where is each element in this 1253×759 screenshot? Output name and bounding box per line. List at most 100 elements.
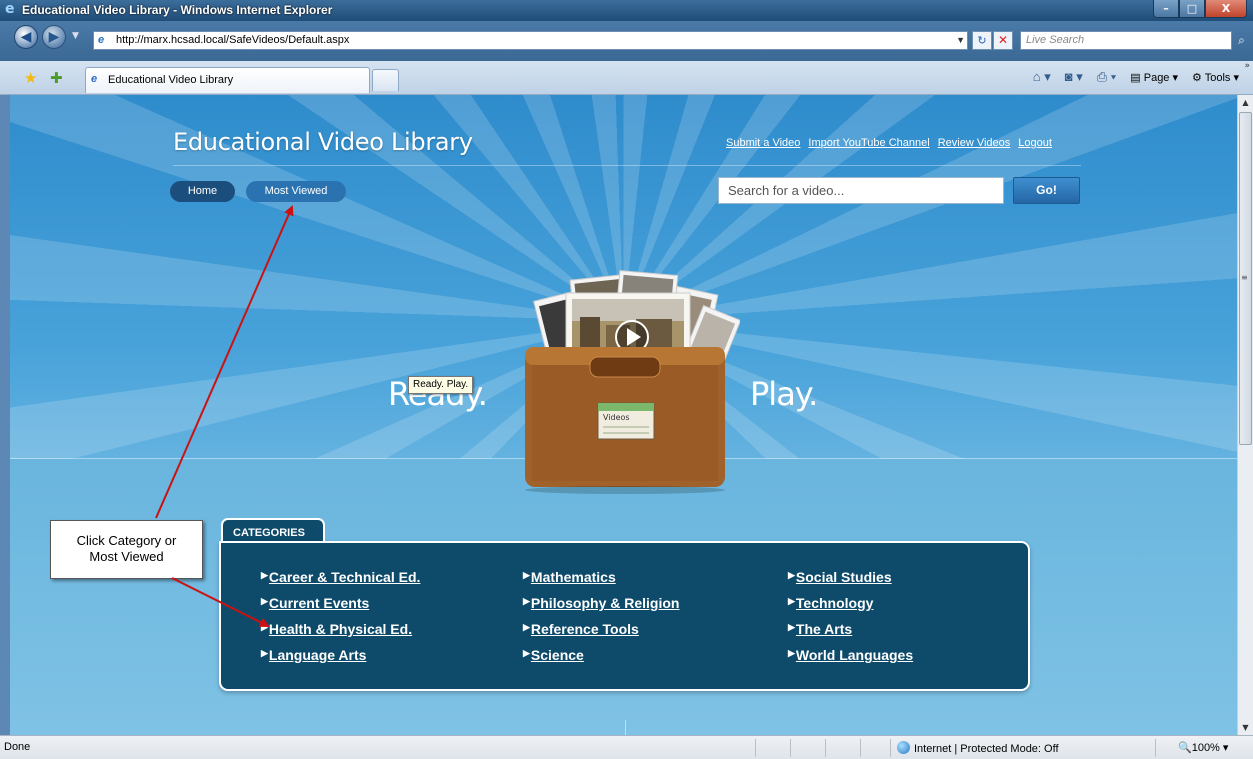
hero-tooltip: Ready. Play. [408, 376, 474, 394]
globe-icon [897, 741, 910, 754]
browser-window: e Educational Video Library - Windows In… [0, 0, 1253, 759]
category-link-career-technical[interactable]: ▶Career & Technical Ed. [261, 569, 420, 595]
hero-play-text: Play. [750, 375, 818, 413]
page-menu-label: Page [1143, 71, 1170, 84]
submit-video-link[interactable]: Submit a Video [726, 137, 800, 149]
category-link-the-arts[interactable]: ▶The Arts [788, 621, 913, 647]
category-link-reference-tools[interactable]: ▶Reference Tools [523, 621, 679, 647]
categories-panel: ▶Career & Technical Ed. ▶Current Events … [219, 541, 1030, 691]
scroll-grip-icon: ≡ [1241, 273, 1248, 282]
tab-title: Educational Video Library [108, 74, 234, 86]
status-separator [825, 739, 826, 757]
home-nav-button[interactable]: Home [170, 181, 235, 202]
category-link-science[interactable]: ▶Science [523, 647, 679, 673]
bullet-arrow-icon: ▶ [261, 648, 268, 658]
maximize-button[interactable]: □ [1179, 0, 1205, 18]
page-menu[interactable]: ▤ Page ▾ [1130, 71, 1178, 84]
refresh-button[interactable]: ↻ [972, 31, 992, 50]
category-column-1: ▶Career & Technical Ed. ▶Current Events … [261, 569, 420, 673]
print-icon[interactable]: ⎙ ▾ [1097, 69, 1116, 85]
window-controls: – □ X [1153, 0, 1247, 18]
vertical-scrollbar[interactable]: ▲ ≡ ▼ [1237, 95, 1253, 735]
search-icon[interactable]: ⌕ [1232, 31, 1251, 50]
category-label: Career & Technical Ed. [268, 569, 421, 585]
bullet-arrow-icon: ▶ [523, 648, 530, 658]
status-separator [790, 739, 791, 757]
command-bar: ⌂ ▾ ◙ ▾ ⎙ ▾ ▤ Page ▾ ⚙ Tools ▾ [1033, 69, 1239, 85]
import-youtube-link[interactable]: Import YouTube Channel [808, 137, 929, 149]
add-favorite-icon[interactable]: ✚ [50, 69, 63, 87]
bullet-arrow-icon: ▶ [261, 622, 268, 632]
new-tab-button[interactable] [372, 69, 399, 91]
video-search-input[interactable]: Search for a video... [718, 177, 1004, 204]
status-separator [860, 739, 861, 757]
logout-link[interactable]: Logout [1018, 137, 1052, 149]
category-label: Current Events [268, 595, 370, 611]
bullet-arrow-icon: ▶ [788, 570, 795, 580]
category-link-language-arts[interactable]: ▶Language Arts [261, 647, 420, 673]
status-separator [1155, 739, 1156, 757]
zone-text: Internet | Protected Mode: Off [914, 743, 1059, 755]
security-zone[interactable]: Internet | Protected Mode: Off [897, 741, 1059, 755]
bullet-arrow-icon: ▶ [261, 596, 268, 606]
category-label: Science [530, 647, 584, 663]
window-title: Educational Video Library - Windows Inte… [22, 3, 333, 17]
minimize-button[interactable]: – [1153, 0, 1179, 18]
close-button[interactable]: X [1205, 0, 1247, 18]
category-label: Health & Physical Ed. [268, 621, 413, 637]
callout-line-2: Most Viewed [89, 549, 164, 564]
category-link-social-studies[interactable]: ▶Social Studies [788, 569, 913, 595]
status-separator [890, 739, 891, 757]
tools-menu[interactable]: ⚙ Tools ▾ [1192, 71, 1239, 84]
stop-button[interactable]: ✕ [993, 31, 1013, 50]
feeds-icon[interactable]: ◙ ▾ [1065, 69, 1083, 85]
zoom-control[interactable]: 🔍100% ▾ [1178, 741, 1228, 754]
status-text: Done [4, 741, 31, 753]
title-bar: e Educational Video Library - Windows In… [0, 0, 1253, 21]
zoom-level: 100% [1191, 742, 1220, 754]
category-label: Mathematics [530, 569, 616, 585]
address-toolbar: ◀ ▶ ▼ e http://marx.hcsad.local/SafeVide… [0, 21, 1253, 61]
top-links: Submit a Video Import YouTube Channel Re… [726, 137, 1052, 149]
category-link-current-events[interactable]: ▶Current Events [261, 595, 420, 621]
tab-row: ★ ✚ e Educational Video Library ⌂ ▾ ◙ ▾ … [0, 61, 1253, 95]
home-icon[interactable]: ⌂ ▾ [1033, 69, 1051, 85]
most-viewed-nav-button[interactable]: Most Viewed [246, 181, 346, 202]
history-dropdown-icon[interactable]: ▼ [72, 31, 79, 41]
bullet-arrow-icon: ▶ [788, 622, 795, 632]
live-search-input[interactable]: Live Search [1020, 31, 1232, 50]
bullet-arrow-icon: ▶ [788, 596, 795, 606]
favorites-star-icon[interactable]: ★ [24, 69, 37, 87]
scroll-up-icon[interactable]: ▲ [1238, 95, 1253, 110]
category-link-mathematics[interactable]: ▶Mathematics [523, 569, 679, 595]
toolbar-overflow-icon[interactable]: » [1244, 61, 1250, 71]
bullet-arrow-icon: ▶ [261, 570, 268, 580]
bullet-arrow-icon: ▶ [788, 648, 795, 658]
address-dropdown-icon[interactable]: ▼ [956, 32, 965, 49]
category-column-2: ▶Mathematics ▶Philosophy & Religion ▶Ref… [523, 569, 679, 673]
scroll-down-icon[interactable]: ▼ [1238, 720, 1253, 735]
category-link-world-languages[interactable]: ▶World Languages [788, 647, 913, 673]
back-button[interactable]: ◀ [14, 25, 38, 49]
bullet-arrow-icon: ▶ [523, 570, 530, 580]
category-link-technology[interactable]: ▶Technology [788, 595, 913, 621]
status-bar: Done Internet | Protected Mode: Off 🔍100… [0, 735, 1253, 759]
category-label: Reference Tools [530, 621, 639, 637]
category-link-health-physical[interactable]: ▶Health & Physical Ed. [261, 621, 420, 647]
category-column-3: ▶Social Studies ▶Technology ▶The Arts ▶W… [788, 569, 913, 673]
page-icon: e [98, 34, 105, 46]
annotation-callout: Click Category or Most Viewed [50, 520, 203, 579]
go-button[interactable]: Go! [1013, 177, 1080, 204]
tab-educational-video-library[interactable]: e Educational Video Library [85, 67, 370, 93]
review-videos-link[interactable]: Review Videos [938, 137, 1011, 149]
category-label: Technology [795, 595, 874, 611]
category-link-philosophy-religion[interactable]: ▶Philosophy & Religion [523, 595, 679, 621]
page-viewport: Educational Video Library Submit a Video… [10, 95, 1237, 735]
category-label: Social Studies [795, 569, 892, 585]
ie-logo-icon: e [5, 1, 15, 17]
forward-button[interactable]: ▶ [42, 25, 66, 49]
category-label: World Languages [795, 647, 914, 663]
address-field[interactable]: e http://marx.hcsad.local/SafeVideos/Def… [93, 31, 968, 50]
header-divider [173, 165, 1081, 166]
bullet-arrow-icon: ▶ [523, 596, 530, 606]
